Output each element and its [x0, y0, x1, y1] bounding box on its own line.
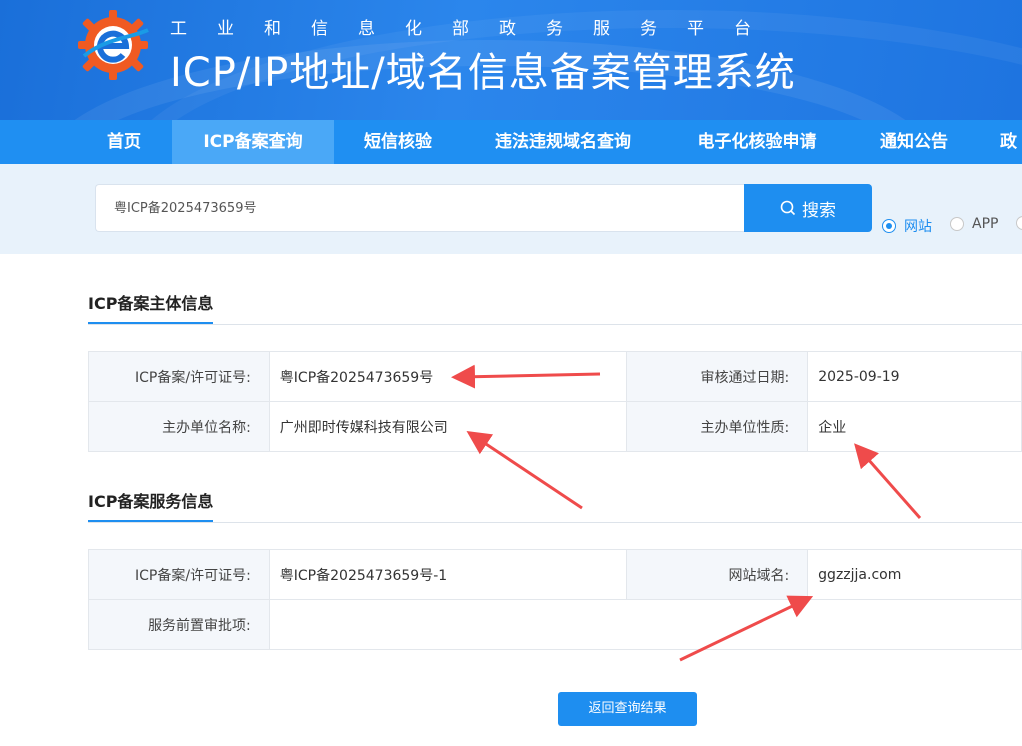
radio-dot: [1016, 216, 1022, 230]
label-pre-approval: 服务前置审批项:: [88, 599, 270, 650]
label-website-domain: 网站域名:: [626, 549, 809, 600]
value-approval-date: 2025-09-19: [807, 351, 1022, 402]
nav-item-sms-verify[interactable]: 短信核验: [334, 120, 462, 164]
radio-label: 网站: [904, 219, 932, 235]
site-title: ICP/IP地址/域名信息备案管理系统: [170, 50, 796, 96]
value-license-no: 粤ICP备2025473659号: [268, 351, 628, 402]
table-row: ICP备案/许可证号: 粤ICP备2025473659号-1 网站域名: ggz…: [88, 549, 1022, 600]
subject-info-title: ICP备案主体信息: [88, 290, 214, 324]
nav-item-truncated[interactable]: 政: [1000, 120, 1022, 164]
label-organizer-type: 主办单位性质:: [626, 401, 809, 452]
gear-e-logo-icon: [78, 10, 149, 80]
value-pre-approval: [268, 599, 1022, 650]
section-divider: [88, 324, 1022, 325]
radio-app[interactable]: APP: [950, 216, 998, 232]
back-to-results-button[interactable]: 返回查询结果: [558, 692, 697, 726]
search-button[interactable]: 搜索: [744, 184, 872, 232]
nav-item-home[interactable]: 首页: [76, 120, 172, 164]
subject-info-table: ICP备案/许可证号: 粤ICP备2025473659号 审核通过日期: 202…: [88, 351, 1022, 452]
radio-label: APP: [972, 216, 999, 232]
label-service-license-no: ICP备案/许可证号:: [88, 549, 270, 600]
main-nav: 首页 ICP备案查询 短信核验 违法违规域名查询 电子化核验申请 通知公告 政: [0, 120, 1022, 164]
label-organizer-name: 主办单位名称:: [88, 401, 270, 452]
radio-dot: [882, 219, 896, 233]
value-website-domain: ggzzjja.com: [807, 549, 1022, 600]
section-divider: [88, 522, 1022, 523]
value-organizer-name: 广州即时传媒科技有限公司: [268, 401, 628, 452]
service-info-table: ICP备案/许可证号: 粤ICP备2025473659号-1 网站域名: ggz…: [88, 549, 1022, 650]
search-icon: [780, 200, 796, 216]
service-info-title: ICP备案服务信息: [88, 488, 214, 522]
table-row: 主办单位名称: 广州即时传媒科技有限公司 主办单位性质: 企业: [88, 401, 1022, 452]
label-approval-date: 审核通过日期:: [626, 351, 809, 402]
search-input[interactable]: 粤ICP备2025473659号: [95, 184, 745, 232]
nav-item-icp-query[interactable]: ICP备案查询: [172, 120, 334, 164]
nav-item-illegal-domain-query[interactable]: 违法违规域名查询: [462, 120, 664, 164]
radio-truncated[interactable]: [1016, 216, 1022, 230]
radio-website[interactable]: 网站: [882, 216, 932, 236]
search-button-label: 搜索: [802, 200, 836, 221]
table-row: 服务前置审批项:: [88, 599, 1022, 650]
site-subtitle: 工业和信息化部政务服务平台: [170, 19, 781, 39]
site-header: 工业和信息化部政务服务平台 ICP/IP地址/域名信息备案管理系统: [0, 0, 1022, 120]
annotation-arrow: [854, 443, 922, 519]
nav-item-e-verify-apply[interactable]: 电子化核验申请: [664, 120, 850, 164]
label-license-no: ICP备案/许可证号:: [88, 351, 270, 402]
value-organizer-type: 企业: [807, 401, 1022, 452]
value-service-license-no: 粤ICP备2025473659号-1: [268, 549, 628, 600]
nav-item-notices[interactable]: 通知公告: [850, 120, 978, 164]
table-row: ICP备案/许可证号: 粤ICP备2025473659号 审核通过日期: 202…: [88, 351, 1022, 402]
radio-dot: [950, 217, 964, 231]
